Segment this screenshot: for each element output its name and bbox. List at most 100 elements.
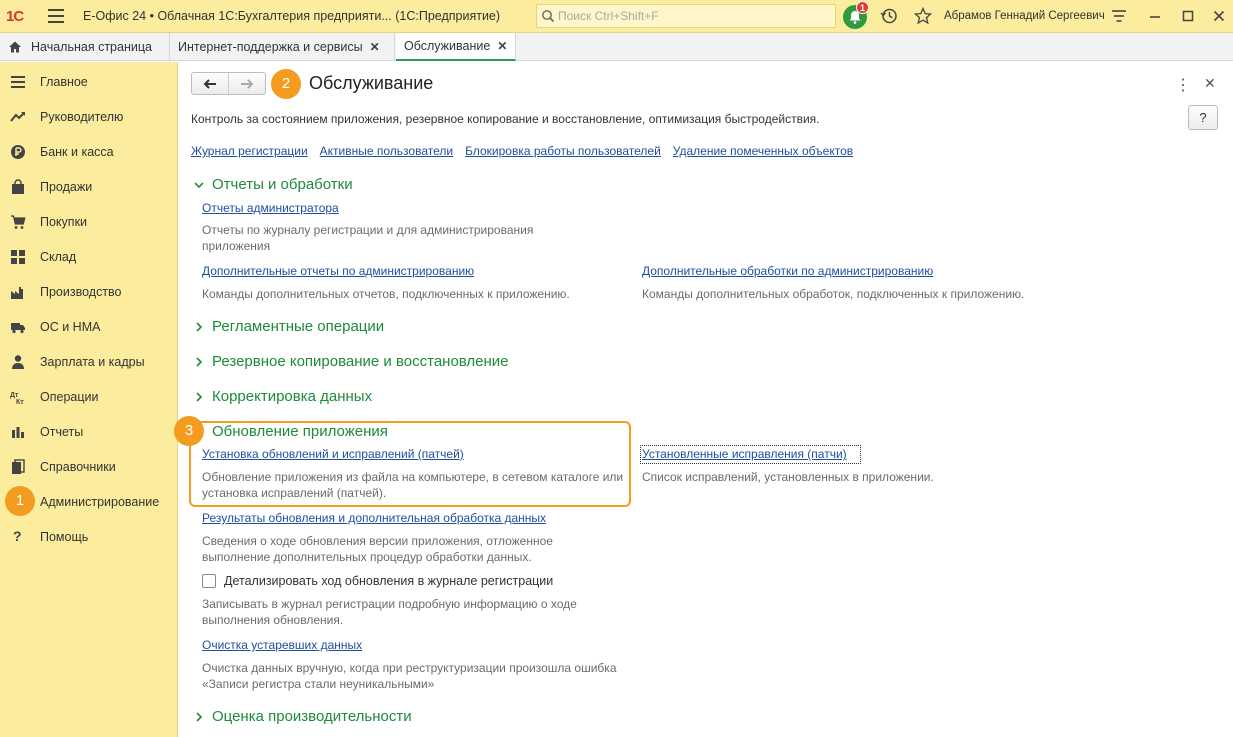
section-title: Оценка производительности [212,708,412,725]
sidebar-item-label: Банк и касса [40,144,114,159]
sidebar-item-label: Покупки [40,214,88,229]
history-icon[interactable] [880,7,898,25]
sidebar-item-operations[interactable]: Дт Кт Операции [0,379,178,414]
home-icon [9,41,21,53]
settings-menu-icon[interactable] [1110,7,1128,25]
link-cleanup-obsolete-data[interactable]: Очистка устаревших данных [202,638,362,652]
sidebar-item-label: Администрирование [40,494,160,509]
app-logo: 1С [6,8,24,25]
additional-processing-description: Команды дополнительных обработок, подклю… [642,287,1025,301]
factory-icon [11,287,23,299]
close-tab-icon[interactable]: ✕ [497,39,507,53]
search-input[interactable] [558,8,828,24]
sidebar-item-warehouse[interactable]: Склад [0,239,178,274]
menu-lines-icon [11,76,25,88]
bar-chart-icon [12,427,24,438]
tab-internet-support[interactable]: Интернет-поддержка и сервисы ✕ [170,33,395,61]
trend-chart-icon [10,112,25,122]
sidebar-item-assets[interactable]: ОС и НМА [0,309,178,344]
minimize-icon[interactable] [1146,7,1164,25]
tab-home[interactable]: Начальная страница [0,33,170,61]
sidebar-item-reports[interactable]: Отчеты [0,414,178,449]
cleanup-description: Очистка данных вручную, когда при рестру… [202,661,617,691]
tab-label: Интернет-поддержка и сервисы [178,40,363,54]
person-icon [12,355,24,369]
section-performance-header[interactable]: Оценка производительности [193,708,412,725]
open-tabs-bar: Начальная страница Интернет-поддержка и … [0,33,1233,61]
section-title: Регламентные операции [212,318,385,335]
sidebar-item-label: Справочники [40,459,116,474]
chevron-right-icon [196,356,203,367]
truck-icon [11,323,25,334]
detail-update-checkbox[interactable] [202,574,216,588]
sections-sidebar: Главное Руководителю Банк и касса Продаж… [0,62,178,737]
page-title: Обслуживание [309,73,434,93]
sidebar-item-label: Руководителю [40,109,124,124]
tab-maintenance[interactable]: Обслуживание ✕ [396,33,516,61]
detail-update-checkbox-label[interactable]: Детализировать ход обновления в журнале … [224,574,553,588]
sidebar-item-main[interactable]: Главное [0,64,178,99]
maximize-icon[interactable] [1179,7,1197,25]
sidebar-item-label: Помощь [40,529,89,544]
title-bar: 1С Е-Офис 24 • Облачная 1С:Бухгалтерия п… [0,0,1233,33]
chevron-right-icon [196,321,203,332]
sidebar-item-label: Зарплата и кадры [40,354,145,369]
focus-outline [640,445,861,464]
chevron-right-icon [196,711,203,722]
sidebar-item-bank[interactable]: Банк и касса [0,134,178,169]
current-user[interactable]: Абрамов Геннадий Сергеевич [944,10,1105,22]
sidebar-item-label: Продажи [40,179,93,194]
help-button[interactable]: ? [1188,105,1218,130]
forward-button[interactable] [229,73,266,94]
ruble-coin-icon [11,145,25,159]
question-mark-icon: ? [13,528,22,544]
svg-text:Кт: Кт [16,399,24,405]
close-form-icon[interactable]: ✕ [1204,75,1216,92]
callout-badge-3: 3 [174,416,204,446]
close-window-icon[interactable] [1210,7,1228,25]
sidebar-item-label: Главное [40,74,88,89]
section-reports-header[interactable]: Отчеты и обработки [193,176,353,193]
sidebar-item-help[interactable]: ? Помощь [0,519,178,554]
main-menu-icon[interactable] [48,9,64,23]
sidebar-item-catalogs[interactable]: Справочники [0,449,178,484]
link-additional-processing[interactable]: Дополнительные обработки по администриро… [642,264,933,278]
sidebar-item-sales[interactable]: Продажи [0,169,178,204]
link-admin-reports[interactable]: Отчеты администратора [202,201,339,215]
link-delete-marked[interactable]: Удаление помеченных объектов [673,144,853,158]
link-block-users[interactable]: Блокировка работы пользователей [465,144,661,158]
arrow-right-icon [240,78,254,89]
page-description: Контроль за состоянием приложения, резер… [191,112,820,126]
shopping-bag-icon [12,179,24,194]
section-backup-header[interactable]: Резервное копирование и восстановление [193,353,509,370]
link-additional-reports[interactable]: Дополнительные отчеты по администрирован… [202,264,474,278]
section-data-correction-header[interactable]: Корректировка данных [193,388,372,405]
sidebar-item-production[interactable]: Производство [0,274,178,309]
debit-credit-icon: ДтКт [10,392,24,405]
installed-patches-description: Список исправлений, установленных в прил… [642,470,934,484]
tab-label: Начальная страница [31,40,152,54]
additional-reports-description: Команды дополнительных отчетов, подключе… [202,287,570,301]
sidebar-item-label: Склад [40,249,77,264]
section-title: Отчеты и обработки [212,176,353,193]
more-actions-icon[interactable]: ⋮ [1175,75,1191,95]
update-results-description: Сведения о ходе обновления версии прилож… [202,534,553,564]
close-tab-icon[interactable]: ✕ [370,40,380,54]
link-event-log[interactable]: Журнал регистрации [191,144,308,158]
back-button[interactable] [192,73,229,94]
sidebar-item-salary[interactable]: Зарплата и кадры [0,344,178,379]
link-active-users[interactable]: Активные пользователи [320,144,453,158]
sidebar-item-label: Производство [40,284,122,299]
link-update-results[interactable]: Результаты обновления и дополнительная о… [202,511,546,525]
navigation-buttons [191,72,266,95]
warehouse-grid-icon [11,250,25,264]
callout-badge-2: 2 [271,69,301,99]
sidebar-item-manager[interactable]: Руководителю [0,99,178,134]
favorites-star-icon[interactable] [914,7,932,25]
sidebar-item-label: Операции [40,389,99,404]
section-regular-operations-header[interactable]: Регламентные операции [193,318,384,335]
callout-badge-1: 1 [5,486,35,516]
global-search[interactable] [536,4,836,28]
main-form: 2 Обслуживание ⋮ ✕ ? Контроль за состоян… [179,62,1233,737]
sidebar-item-purchases[interactable]: Покупки [0,204,178,239]
